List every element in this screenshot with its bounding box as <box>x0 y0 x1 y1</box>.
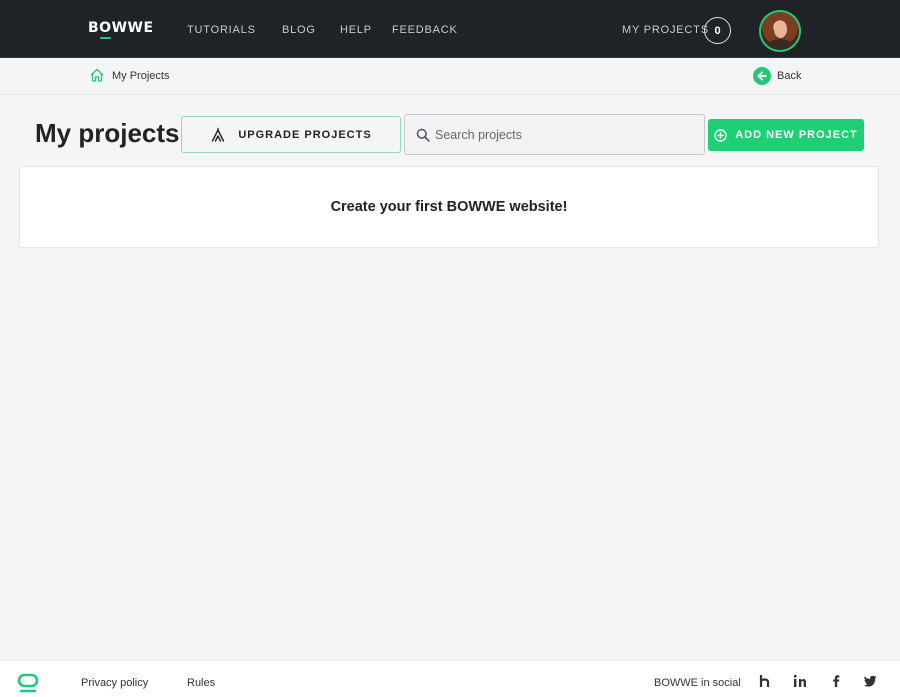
top-navbar: BOWWE TUTORIALS BLOG HELP FEEDBACK MY PR… <box>0 0 900 58</box>
houzz-h-icon[interactable] <box>758 674 772 688</box>
empty-projects-card: Create your first BOWWE website! <box>19 166 879 248</box>
footer-logo-icon[interactable] <box>17 673 39 693</box>
add-new-project-label: ADD NEW PROJECT <box>735 129 858 141</box>
upgrade-projects-label: UPGRADE PROJECTS <box>238 128 372 141</box>
home-icon[interactable] <box>89 67 105 83</box>
social-label: BOWWE in social <box>654 677 741 689</box>
linkedin-icon[interactable] <box>793 674 807 688</box>
back-arrow-icon[interactable] <box>753 67 771 85</box>
avatar-shoulders <box>767 39 794 50</box>
add-new-project-button[interactable]: ADD NEW PROJECT <box>708 119 864 151</box>
upgrade-arrows-icon <box>212 127 225 142</box>
privacy-policy-link[interactable]: Privacy policy <box>81 677 148 689</box>
nav-my-projects[interactable]: MY PROJECTS <box>622 24 709 36</box>
breadcrumb-bar: My Projects Back <box>0 58 900 95</box>
search-input[interactable] <box>435 115 700 154</box>
upgrade-projects-button[interactable]: UPGRADE PROJECTS <box>181 116 401 153</box>
user-avatar[interactable] <box>759 10 801 52</box>
avatar-face <box>774 21 787 38</box>
nav-help[interactable]: HELP <box>340 24 372 36</box>
page-title: My projects <box>35 118 180 148</box>
breadcrumb-current: My Projects <box>112 70 170 82</box>
arrow-left-icon <box>757 71 767 81</box>
nav-feedback[interactable]: FEEDBACK <box>392 24 458 36</box>
facebook-icon[interactable] <box>829 674 843 688</box>
search-icon <box>416 128 430 142</box>
nav-blog[interactable]: BLOG <box>282 24 316 36</box>
nav-tutorials[interactable]: TUTORIALS <box>187 24 256 36</box>
search-box[interactable] <box>404 114 705 155</box>
plus-circle-icon <box>714 128 727 142</box>
back-link[interactable]: Back <box>777 70 801 82</box>
empty-state-message: Create your first BOWWE website! <box>330 199 568 215</box>
footer: Privacy policy Rules BOWWE in social <box>0 660 900 697</box>
project-count-badge[interactable]: 0 <box>704 17 731 44</box>
bowwe-logo[interactable]: BOWWE <box>88 20 154 36</box>
rules-link[interactable]: Rules <box>187 677 215 689</box>
twitter-icon[interactable] <box>863 674 877 688</box>
